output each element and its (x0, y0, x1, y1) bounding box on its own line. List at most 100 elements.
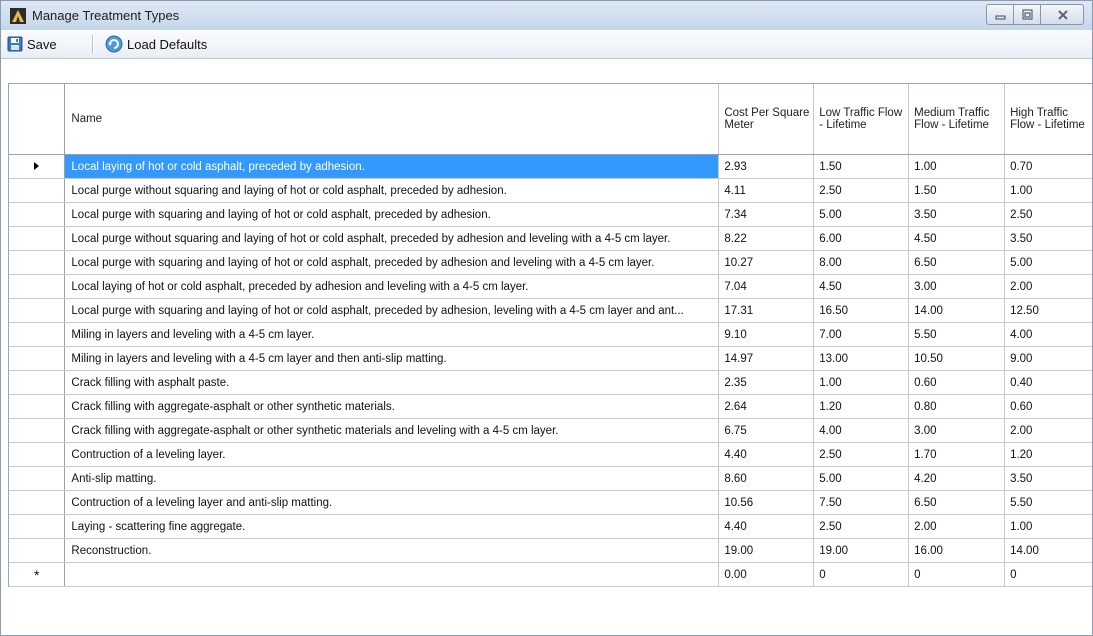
cell-low-traffic[interactable]: 2.50 (813, 514, 910, 539)
cell-name[interactable]: Miling in layers and leveling with a 4-5… (64, 346, 720, 371)
cell-high-traffic[interactable]: 2.00 (1004, 274, 1092, 299)
cell-name[interactable]: Laying - scattering fine aggregate. (64, 514, 720, 539)
cell-cost[interactable]: 17.31 (718, 298, 815, 323)
row-header[interactable]: * (9, 562, 66, 587)
save-button[interactable]: Save (7, 34, 57, 54)
cell-high-traffic[interactable]: 1.00 (1004, 514, 1092, 539)
table-row[interactable]: Local purge with squaring and laying of … (9, 250, 1092, 275)
new-row[interactable]: * 0.00 0 0 0 (9, 562, 1092, 587)
table-row[interactable]: Contruction of a leveling layer. 4.40 2.50… (9, 442, 1092, 467)
cell-medium-traffic[interactable]: 1.70 (908, 442, 1006, 467)
cell-low-traffic[interactable]: 2.50 (813, 442, 910, 467)
table-row[interactable]: Crack filling with aggregate-asphalt or … (9, 394, 1092, 419)
cell-cost[interactable]: 2.35 (718, 370, 815, 395)
cell-high-traffic[interactable]: 1.00 (1004, 178, 1092, 203)
row-header[interactable] (9, 250, 66, 275)
cell-name[interactable]: Miling in layers and leveling with a 4-5… (64, 322, 720, 347)
row-header[interactable] (9, 490, 66, 515)
row-header[interactable] (9, 154, 66, 179)
cell-medium-traffic[interactable]: 3.00 (908, 418, 1006, 443)
cell-name[interactable]: Local purge with squaring and laying of … (64, 250, 720, 275)
cell-low-traffic[interactable]: 7.50 (813, 490, 910, 515)
minimize-button[interactable] (986, 4, 1014, 25)
cell-name[interactable]: Contruction of a leveling layer and anti… (64, 490, 720, 515)
cell-name[interactable]: Anti-slip matting. (64, 466, 720, 491)
cell-high-traffic[interactable]: 12.50 (1004, 298, 1092, 323)
table-row[interactable]: Local laying of hot or cold asphalt, pre… (9, 274, 1092, 299)
column-header-low-traffic[interactable]: Low Traffic Flow - Lifetime (813, 84, 910, 155)
column-header-cost[interactable]: Cost Per Square Meter (718, 84, 815, 155)
row-header[interactable] (9, 346, 66, 371)
row-header[interactable] (9, 514, 66, 539)
row-header[interactable] (9, 226, 66, 251)
cell-name[interactable]: Reconstruction. (64, 538, 720, 563)
cell-low-traffic[interactable]: 5.00 (813, 466, 910, 491)
column-header-medium-traffic[interactable]: Medium Traffic Flow - Lifetime (908, 84, 1006, 155)
cell-low-traffic[interactable]: 8.00 (813, 250, 910, 275)
cell-name[interactable]: Crack filling with aggregate-asphalt or … (64, 418, 720, 443)
cell-low-traffic[interactable]: 1.20 (813, 394, 910, 419)
cell-cost[interactable]: 9.10 (718, 322, 815, 347)
cell-low-traffic[interactable]: 19.00 (813, 538, 910, 563)
cell-cost[interactable]: 19.00 (718, 538, 815, 563)
table-row[interactable]: Local laying of hot or cold asphalt, pre… (9, 154, 1092, 179)
cell-name[interactable]: Local purge with squaring and laying of … (64, 202, 720, 227)
row-header[interactable] (9, 418, 66, 443)
cell-medium-traffic[interactable]: 16.00 (908, 538, 1006, 563)
cell-high-traffic[interactable]: 14.00 (1004, 538, 1092, 563)
cell-medium-traffic[interactable]: 3.00 (908, 274, 1006, 299)
cell-medium-traffic[interactable]: 2.00 (908, 514, 1006, 539)
column-header-name[interactable]: Name (64, 84, 720, 155)
cell-cost[interactable]: 8.60 (718, 466, 815, 491)
cell-high-traffic[interactable]: 5.50 (1004, 490, 1092, 515)
cell-cost[interactable]: 4.40 (718, 514, 815, 539)
table-row[interactable]: Crack filling with asphalt paste. 2.35 1.0… (9, 370, 1092, 395)
cell-low-traffic[interactable]: 4.50 (813, 274, 910, 299)
cell-medium-traffic[interactable]: 6.50 (908, 250, 1006, 275)
cell-cost[interactable]: 14.97 (718, 346, 815, 371)
cell-cost[interactable]: 7.04 (718, 274, 815, 299)
cell-cost[interactable]: 4.40 (718, 442, 815, 467)
cell-medium-traffic[interactable]: 10.50 (908, 346, 1006, 371)
cell-name[interactable]: Local purge without squaring and laying … (64, 178, 720, 203)
cell-low-traffic[interactable]: 7.00 (813, 322, 910, 347)
table-row[interactable]: Local purge without squaring and laying … (9, 226, 1092, 251)
cell-high-traffic[interactable]: 0.40 (1004, 370, 1092, 395)
cell-low-traffic[interactable]: 2.50 (813, 178, 910, 203)
table-row[interactable]: Anti-slip matting. 8.60 5.00 4.20 3.50 (9, 466, 1092, 491)
load-defaults-button[interactable]: Load Defaults (105, 34, 207, 54)
cell-medium-traffic[interactable]: 1.50 (908, 178, 1006, 203)
table-row[interactable]: Reconstruction. 19.00 19.00 16.00 14.00 (9, 538, 1092, 563)
cell-medium-traffic[interactable]: 0 (908, 562, 1006, 587)
cell-low-traffic[interactable]: 0 (813, 562, 910, 587)
cell-cost[interactable]: 2.93 (718, 154, 815, 179)
cell-high-traffic[interactable]: 5.00 (1004, 250, 1092, 275)
table-row[interactable]: Local purge with squaring and laying of … (9, 202, 1092, 227)
row-header[interactable] (9, 178, 66, 203)
table-row[interactable]: Local purge without squaring and laying … (9, 178, 1092, 203)
cell-high-traffic[interactable]: 3.50 (1004, 466, 1092, 491)
cell-high-traffic[interactable]: 0.60 (1004, 394, 1092, 419)
cell-high-traffic[interactable]: 2.00 (1004, 418, 1092, 443)
cell-cost[interactable]: 7.34 (718, 202, 815, 227)
cell-medium-traffic[interactable]: 5.50 (908, 322, 1006, 347)
row-header[interactable] (9, 538, 66, 563)
cell-medium-traffic[interactable]: 3.50 (908, 202, 1006, 227)
maximize-button[interactable] (1013, 4, 1041, 25)
table-row[interactable]: Crack filling with aggregate-asphalt or … (9, 418, 1092, 443)
cell-low-traffic[interactable]: 16.50 (813, 298, 910, 323)
cell-low-traffic[interactable]: 5.00 (813, 202, 910, 227)
cell-cost[interactable]: 2.64 (718, 394, 815, 419)
cell-cost[interactable]: 8.22 (718, 226, 815, 251)
table-row[interactable]: Miling in layers and leveling with a 4-5… (9, 322, 1092, 347)
cell-low-traffic[interactable]: 4.00 (813, 418, 910, 443)
cell-medium-traffic[interactable]: 1.00 (908, 154, 1006, 179)
row-header[interactable] (9, 298, 66, 323)
cell-medium-traffic[interactable]: 0.80 (908, 394, 1006, 419)
cell-medium-traffic[interactable]: 14.00 (908, 298, 1006, 323)
cell-high-traffic[interactable]: 0.70 (1004, 154, 1092, 179)
cell-name[interactable] (64, 562, 720, 587)
cell-medium-traffic[interactable]: 0.60 (908, 370, 1006, 395)
cell-high-traffic[interactable]: 0 (1004, 562, 1092, 587)
cell-high-traffic[interactable]: 1.20 (1004, 442, 1092, 467)
